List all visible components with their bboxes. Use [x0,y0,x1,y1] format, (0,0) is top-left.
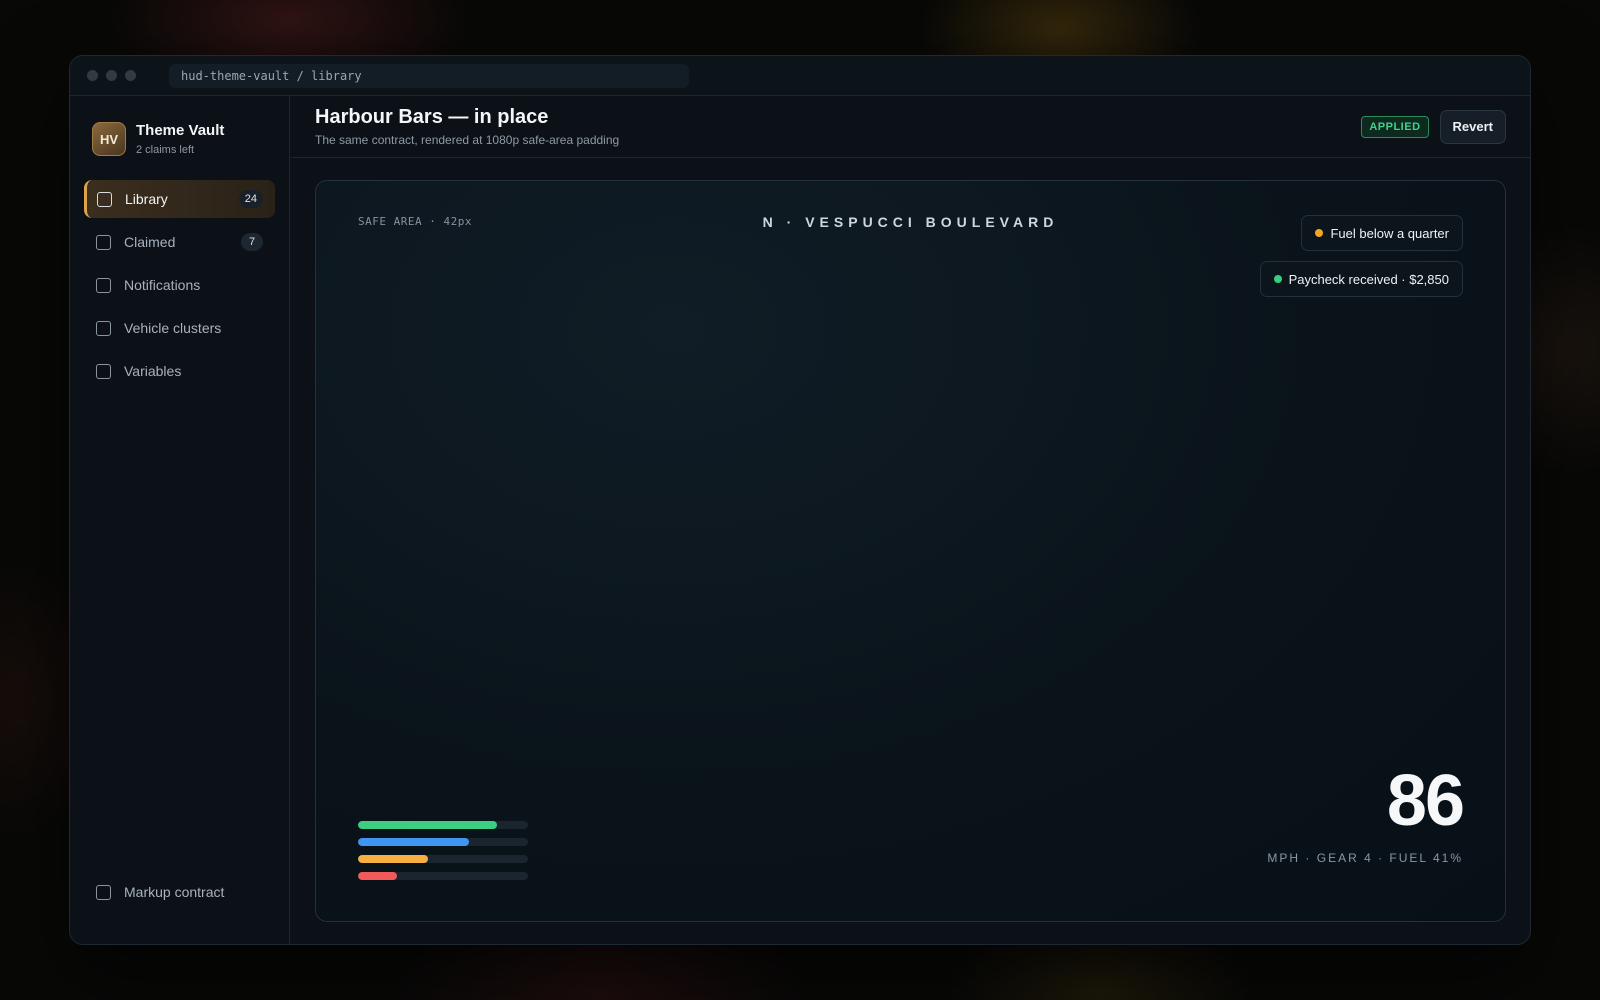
warning-dot-icon [1315,229,1324,237]
bar-fill [358,855,428,863]
sidebar-item-label: Claimed [124,234,176,250]
page-header: Harbour Bars — in place The same contrac… [291,96,1530,158]
page-subtitle: The same contract, rendered at 1080p saf… [315,133,620,147]
sidebar-nav: Library 24 Claimed 7 Notifications Vehic… [70,180,289,390]
library-icon [97,191,112,207]
sidebar-item-label: Markup contract [124,884,225,900]
success-dot-icon [1273,275,1282,283]
sidebar-item-variables[interactable]: Variables [84,352,275,390]
hud-preview: SAFE AREA · 42px N · VESPUCCI BOULEVARD … [315,180,1506,922]
notifications-icon [96,277,111,293]
window-close-dot[interactable] [87,70,98,81]
sidebar-item-claimed[interactable]: Claimed 7 [84,223,275,261]
speedometer: 86 MPH · GEAR 4 · FUEL 41% [1267,761,1465,865]
revert-button[interactable]: Revert [1439,109,1506,144]
sidebar-item-vehicle-clusters[interactable]: Vehicle clusters [84,309,275,347]
sidebar-item-notifications[interactable]: Notifications [84,266,275,304]
title-bar: hud-theme-vault / library [70,56,1530,96]
bar-fill [358,821,498,829]
speed-meta: MPH · GEAR 4 · FUEL 41% [1267,851,1463,865]
app-window: hud-theme-vault / library HV Theme Vault… [69,55,1531,945]
markup-contract-icon [96,884,111,900]
vehicle-clusters-icon [96,320,111,336]
brand-name: Theme Vault [136,122,225,139]
brand-claims-left: 2 claims left [136,144,195,156]
status-bar-amber [358,855,528,863]
sidebar-item-label: Library [125,191,168,207]
sidebar-item-label: Vehicle clusters [124,320,222,336]
main-panel: Harbour Bars — in place The same contrac… [291,96,1530,944]
status-bar-blue [358,838,528,846]
avatar: HV [92,122,126,156]
window-minimize-dot[interactable] [106,70,117,81]
variables-icon [96,363,111,379]
speed-value: 86 [1386,761,1465,841]
bar-fill [358,872,398,880]
status-bar-red [358,872,528,880]
sidebar-item-label: Variables [124,363,182,379]
toast-paycheck: Paycheck received · $2,850 [1259,261,1463,297]
bar-fill [358,838,469,846]
sidebar: HV Theme Vault 2 claims left Library 24 … [70,96,290,944]
toast-text: Paycheck received · $2,850 [1288,271,1449,287]
status-bar-green [358,821,528,829]
sidebar-item-library[interactable]: Library 24 [84,180,275,218]
toast-fuel: Fuel below a quarter [1301,215,1463,251]
page-title: Harbour Bars — in place [315,106,549,128]
status-bars [358,821,528,889]
sidebar-item-markup-contract[interactable]: Markup contract [84,873,275,911]
count-badge: 7 [241,233,263,251]
status-badge: APPLIED [1361,115,1429,138]
window-maximize-dot[interactable] [125,70,136,81]
notification-stack: Fuel below a quarter Paycheck received ·… [1259,215,1463,307]
address-bar[interactable]: hud-theme-vault / library [169,63,689,88]
brand: HV Theme Vault 2 claims left [70,96,289,156]
toast-text: Fuel below a quarter [1330,225,1449,241]
sidebar-item-label: Notifications [124,277,201,293]
claimed-icon [96,234,111,250]
count-badge: 24 [238,190,263,208]
